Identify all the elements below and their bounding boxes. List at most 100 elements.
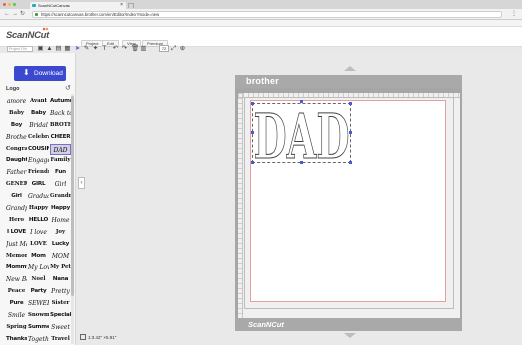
collapse-panel-button[interactable]: ‹ [78, 177, 85, 189]
pattern-item[interactable]: Baby [6, 108, 27, 120]
pattern-item[interactable]: Happy [50, 203, 71, 215]
browser-tab[interactable]: ScanNCutCanvas × [30, 2, 126, 9]
zoom-size-input[interactable]: 72 [159, 45, 169, 52]
pattern-item[interactable]: My Love [28, 262, 49, 274]
zoom-fit-icon[interactable]: ⤢ [170, 45, 177, 52]
pattern-item[interactable]: Sweet [50, 322, 71, 334]
pattern-item[interactable]: Just Married [6, 239, 27, 251]
pattern-item[interactable]: Pure [6, 298, 27, 310]
pattern-item[interactable]: LOVE [28, 239, 49, 251]
text-tool-icon[interactable]: T [101, 45, 108, 52]
pattern-item[interactable]: Baby [28, 108, 49, 120]
close-window-dot[interactable] [3, 3, 6, 6]
pattern-item[interactable]: Father [6, 167, 27, 179]
pattern-item[interactable]: Summer [28, 322, 49, 334]
back-category-icon[interactable]: ↺ [65, 85, 71, 92]
scroll-down-arrow-icon[interactable] [344, 333, 356, 338]
pattern-item[interactable]: My Pet [50, 262, 71, 274]
pattern-item[interactable]: Hero [6, 215, 27, 227]
forward-arrow-icon[interactable]: → [12, 11, 18, 18]
delete-icon[interactable]: 🗑 [131, 45, 139, 52]
pattern-item[interactable]: I LOVE [6, 227, 27, 239]
pattern-item[interactable]: Nana [50, 274, 71, 286]
pattern-item[interactable]: Party [28, 286, 49, 298]
zoom-window-dot[interactable] [13, 3, 16, 6]
save-icon[interactable]: ▣ [37, 45, 44, 52]
resize-handle-e[interactable] [349, 131, 352, 134]
pattern-item[interactable]: Grandpa [6, 203, 27, 215]
resize-handle-sw[interactable] [251, 161, 254, 164]
pattern-item[interactable]: Thanks [6, 334, 27, 345]
pattern-item[interactable]: Joy [50, 227, 71, 239]
pattern-item[interactable]: COUSIN [28, 144, 49, 156]
pattern-item[interactable]: Fun [50, 167, 71, 179]
pattern-item[interactable]: Happy [28, 203, 49, 215]
rotate-handle[interactable] [300, 100, 303, 103]
pattern-item[interactable]: Graduate [28, 191, 49, 203]
undo-icon[interactable]: ↶ [112, 45, 119, 52]
pattern-item[interactable]: Pretty [50, 286, 71, 298]
resize-handle-nw[interactable] [251, 102, 254, 105]
resize-handle-w[interactable] [251, 131, 254, 134]
pattern-item[interactable]: I love [28, 227, 49, 239]
pattern-item[interactable]: DAD [50, 143, 71, 156]
redo-icon[interactable]: ↷ [121, 45, 128, 52]
new-tab-button[interactable] [128, 3, 134, 8]
pattern-item[interactable]: GENERATIONS [6, 179, 27, 191]
project-file-field[interactable]: Project File [7, 46, 33, 52]
pattern-item[interactable]: BROTHER [50, 120, 71, 132]
pattern-item[interactable]: amore [6, 96, 27, 108]
pattern-item[interactable]: Noel [28, 274, 49, 286]
pen-icon[interactable]: ✎ [83, 45, 90, 52]
resize-handle-ne[interactable] [349, 102, 352, 105]
pattern-item[interactable]: Smile [6, 310, 27, 322]
scroll-up-arrow-icon[interactable] [344, 66, 356, 71]
pattern-item[interactable]: Mommy [6, 262, 27, 274]
pattern-item[interactable]: Grandma [50, 191, 71, 203]
pattern-item[interactable]: Daughter [6, 155, 27, 167]
pattern-item[interactable]: Memories [6, 251, 27, 263]
pattern-item[interactable]: Home [50, 215, 71, 227]
pattern-item[interactable]: Together [28, 334, 49, 345]
pattern-item[interactable]: Engagement [28, 155, 49, 167]
resize-handle-se[interactable] [349, 161, 352, 164]
url-field[interactable]: https://scanncutcanvas.brother.com/en/Ed… [32, 11, 502, 18]
open-icon[interactable]: ▤ [55, 45, 62, 52]
pattern-item[interactable]: HELLO [28, 215, 49, 227]
pattern-item[interactable]: SEWER [28, 298, 49, 310]
pattern-item[interactable]: MOM [50, 251, 71, 263]
pattern-item[interactable]: Special [50, 310, 71, 322]
pattern-item[interactable]: Snowman [28, 310, 49, 322]
pattern-item[interactable]: Travel [50, 334, 71, 345]
shape-icon[interactable]: ✦ [92, 45, 99, 52]
pattern-item[interactable]: Brothers [6, 132, 27, 144]
pattern-item[interactable]: Mom [28, 251, 49, 263]
download-button[interactable]: ⬇ Download [14, 66, 66, 81]
reload-icon[interactable]: ↻ [20, 11, 25, 18]
pattern-item[interactable]: Peace [6, 286, 27, 298]
pattern-item[interactable]: Autumn [50, 96, 71, 108]
pattern-item[interactable]: Friends [28, 167, 49, 179]
pattern-item[interactable]: Boy [6, 120, 27, 132]
resize-handle-s[interactable] [300, 161, 303, 164]
pattern-item[interactable]: Bridal [28, 120, 49, 132]
back-arrow-icon[interactable]: ← [4, 11, 10, 18]
pattern-item[interactable]: Congratulations [6, 144, 27, 156]
pattern-item[interactable]: Girl [50, 179, 71, 191]
pattern-item[interactable]: Avant [28, 96, 49, 108]
panel-scrollbar-thumb[interactable] [71, 96, 74, 296]
pattern-item[interactable]: CHEER [50, 132, 71, 144]
pattern-item[interactable]: Sister [50, 298, 71, 310]
pattern-item[interactable]: Girl [6, 191, 27, 203]
pattern-item[interactable]: Spring [6, 322, 27, 334]
align-icon[interactable]: ▥ [140, 45, 147, 52]
select-pointer-icon[interactable]: ➤ [74, 45, 81, 52]
pattern-item[interactable]: Back to School [50, 108, 71, 120]
pattern-item[interactable]: Lucky [50, 239, 71, 251]
minimize-window-dot[interactable] [8, 3, 11, 6]
close-tab-icon[interactable]: × [120, 2, 123, 9]
pattern-item[interactable]: Family [50, 155, 71, 167]
pattern-item[interactable]: New Baby [6, 274, 27, 286]
pattern-item[interactable]: GIRL [28, 179, 49, 191]
upload-icon[interactable]: ▲ [46, 45, 53, 52]
